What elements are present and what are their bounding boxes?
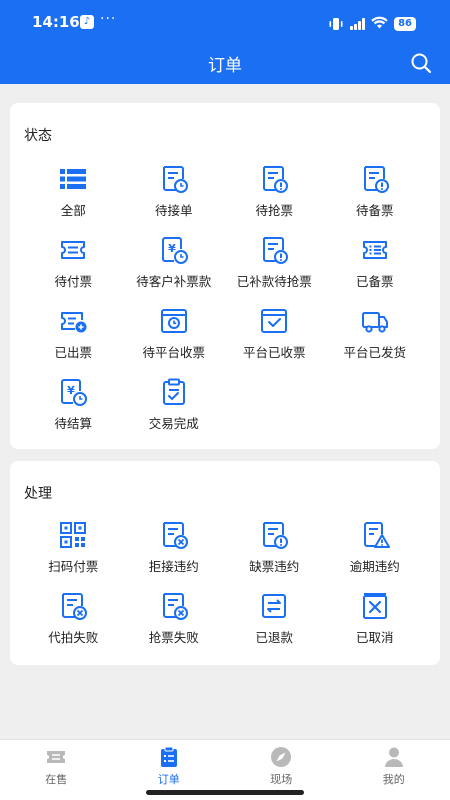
tab-mine[interactable]: 我的 [338,740,450,800]
ticket-out-icon [57,305,89,337]
menu-item-label: 平台已收票 [242,345,306,360]
menu-item-label: 平台已发货 [343,345,406,360]
menu-item-label: 待客户补票款 [136,274,212,289]
menu-item[interactable]: ¥ 待结算 [23,376,124,447]
page-title: 订单 [208,56,242,76]
document-x-icon [158,590,190,622]
ticket-icon [57,234,89,266]
menu-item[interactable]: 平台已发货 [325,305,426,376]
orders-tab-icon [157,746,181,768]
tab-label: 订单 [157,773,180,786]
document-alert-icon [359,163,391,195]
menu-item[interactable]: 待付票 [23,234,124,305]
status-bar: 14:16 ♪ ··· 86 [0,0,450,44]
menu-item-label: 扫码付票 [48,559,99,574]
battery-icon: 86 [394,16,416,31]
menu-item-label: 待备票 [355,203,394,218]
qr-code-icon [57,519,89,551]
handle-section: 处理 扫码付票 拒接违约 缺票违约 逾期违约代拍失败 抢票失败 已退款 已取消 [10,461,440,665]
tiktok-icon: ♪ [80,15,94,29]
search-icon[interactable] [410,52,432,74]
menu-item[interactable]: 待平台收票 [124,305,225,376]
section-title: 状态 [24,128,52,144]
menu-item-label: 拒接违约 [148,559,199,574]
menu-item[interactable]: 待抢票 [224,163,325,234]
menu-item[interactable]: 已备票 [325,234,426,305]
yuan-clock-icon: ¥ [57,376,89,408]
cellular-signal-icon [350,17,366,30]
vibrate-icon [328,17,344,31]
tray-clock-icon [158,305,190,337]
menu-item[interactable]: 缺票违约 [224,519,325,590]
handle-grid: 扫码付票 拒接违约 缺票违约 逾期违约代拍失败 抢票失败 已退款 已取消 [10,519,440,661]
section-title: 处理 [24,486,52,502]
menu-item-label: 已备票 [355,274,394,289]
tab-label: 我的 [382,773,405,786]
menu-item[interactable]: 抢票失败 [124,590,225,661]
menu-item-label: 抢票失败 [148,630,199,645]
wifi-icon [371,14,388,33]
menu-item-label: 待接单 [154,203,193,218]
header-bar: 14:16 ♪ ··· 86 订单 [0,0,450,84]
menu-item-label: 缺票违约 [249,559,300,574]
document-alert-icon [258,234,290,266]
menu-item-label: 待平台收票 [142,345,205,360]
cancel-icon [359,590,391,622]
location-tab-icon [269,746,293,768]
menu-item[interactable]: 待接单 [124,163,225,234]
yuan-clock-icon: ¥ [158,234,190,266]
menu-item-label: 全部 [60,203,86,218]
document-x-icon [57,590,89,622]
ticket-list-icon [359,234,391,266]
svg-text:¥: ¥ [67,384,75,397]
home-indicator [146,790,304,795]
menu-item-label: 已退款 [255,630,293,645]
menu-item-label: 代拍失败 [48,630,99,645]
list-icon [57,163,89,195]
tab-label: 现场 [270,773,293,786]
tray-check-icon [258,305,290,337]
tab-label: 在售 [45,773,68,786]
user-tab-icon [382,746,406,768]
menu-item[interactable]: 全部 [23,163,124,234]
menu-item-label: 已取消 [355,630,394,645]
menu-item[interactable]: 平台已收票 [224,305,325,376]
refund-icon [258,590,290,622]
menu-item[interactable]: 拒接违约 [124,519,225,590]
document-x-icon [158,519,190,551]
menu-item-label: 已出票 [54,345,92,360]
menu-item[interactable]: 待备票 [325,163,426,234]
menu-item[interactable]: 已补款待抢票 [224,234,325,305]
status-time: 14:16 [32,13,80,31]
menu-item-label: 已补款待抢票 [236,274,312,289]
menu-item[interactable]: 已退款 [224,590,325,661]
menu-item[interactable]: 扫码付票 [23,519,124,590]
status-grid: 全部 待接单 待抢票 待备票待付票 ¥ 待客户补票款 已补款待抢票 已备票已出票 待平台收票 平台… [10,163,440,447]
document-clock-icon [158,163,190,195]
tab-on-sale[interactable]: 在售 [0,740,113,800]
menu-item[interactable]: ¥ 待客户补票款 [124,234,225,305]
menu-item-label: 逾期违约 [349,559,400,574]
menu-item[interactable]: 已出票 [23,305,124,376]
ticket-tab-icon [44,746,68,768]
document-warning-icon [359,519,391,551]
menu-item[interactable]: 逾期违约 [325,519,426,590]
document-alert-icon [258,519,290,551]
svg-text:¥: ¥ [168,242,176,255]
menu-item[interactable]: 已取消 [325,590,426,661]
status-section: 状态 全部 待接单 待抢票 待备票待付票 ¥ 待客户补票款 已补款待抢票 已备票已出票 待平台收… [10,103,440,449]
menu-item-label: 待结算 [54,416,92,431]
menu-item[interactable]: 代拍失败 [23,590,124,661]
clipboard-check-icon [158,376,190,408]
document-alert-icon [258,163,290,195]
menu-item-label: 待付票 [54,274,92,289]
menu-item[interactable]: 交易完成 [124,376,225,447]
truck-icon [359,305,391,337]
menu-item-label: 交易完成 [148,416,199,431]
more-notifications-icon: ··· [100,11,117,27]
menu-item-label: 待抢票 [255,203,293,218]
